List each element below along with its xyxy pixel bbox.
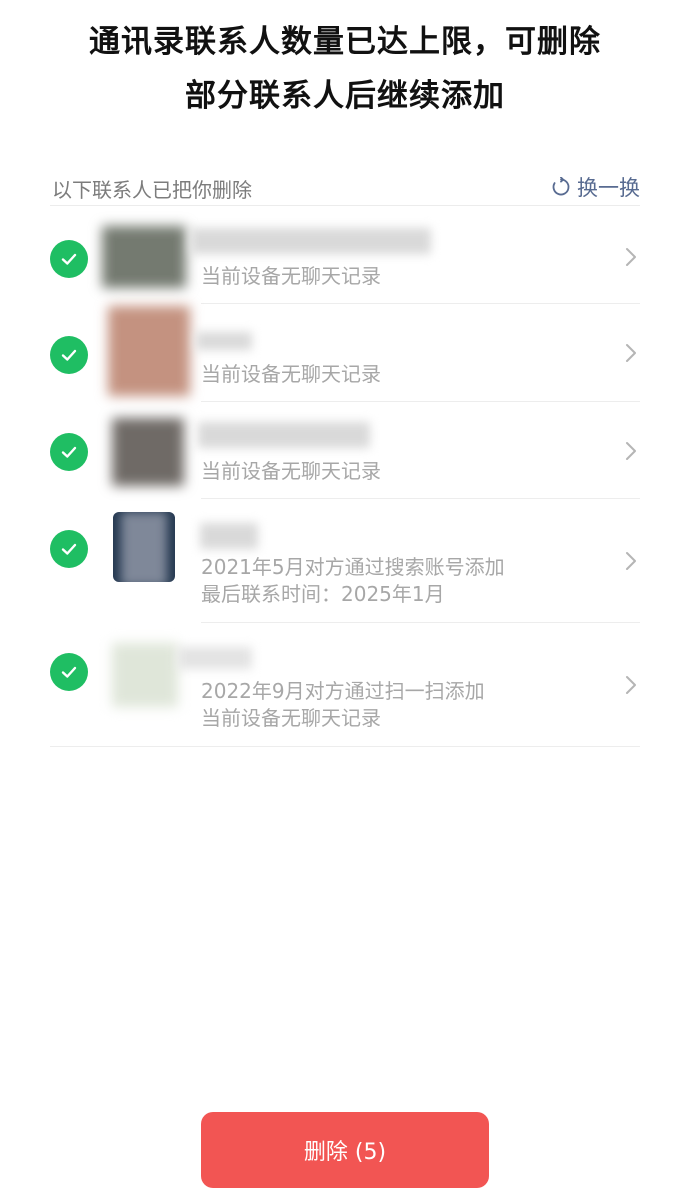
- refresh-button[interactable]: 换一换: [551, 172, 640, 202]
- delete-button[interactable]: 删除 (5): [201, 1112, 489, 1188]
- check-icon[interactable]: [50, 530, 88, 568]
- contact-row[interactable]: 当前设备无聊天记录: [50, 208, 640, 304]
- list-bottom-divider: [50, 746, 640, 747]
- contact-detail-line1: 当前设备无聊天记录: [201, 264, 381, 288]
- contact-row[interactable]: 2022年9月对方通过扫一扫添加 当前设备无聊天记录: [50, 623, 640, 746]
- contact-row[interactable]: 当前设备无聊天记录: [50, 402, 640, 499]
- contact-detail-line1: 当前设备无聊天记录: [201, 459, 381, 483]
- section-title: 以下联系人已把你删除: [52, 178, 252, 202]
- chevron-right-icon: [626, 344, 636, 362]
- contact-detail-line2: 当前设备无聊天记录: [201, 706, 381, 730]
- check-icon[interactable]: [50, 240, 88, 278]
- title-line-1: 通讯录联系人数量已达上限，可删除: [89, 24, 601, 60]
- contact-detail-line2: 最后联系时间：2025年1月: [201, 582, 445, 606]
- avatar: [102, 226, 186, 288]
- contact-name-redacted: [198, 422, 370, 448]
- contact-name-redacted: [200, 523, 258, 549]
- contact-detail-line1: 2022年9月对方通过扫一扫添加: [201, 679, 485, 703]
- refresh-icon: [552, 177, 570, 196]
- contact-name-redacted: [196, 332, 252, 350]
- avatar: [108, 306, 190, 396]
- check-icon[interactable]: [50, 653, 88, 691]
- chevron-right-icon: [626, 442, 636, 460]
- avatar: [113, 512, 175, 582]
- avatar: [112, 418, 184, 486]
- contact-row[interactable]: 当前设备无聊天记录: [50, 304, 640, 402]
- avatar: [112, 643, 178, 707]
- contact-detail-line1: 当前设备无聊天记录: [201, 362, 381, 386]
- contact-name-redacted: [178, 647, 252, 669]
- contact-detail-line1: 2021年5月对方通过搜索账号添加: [201, 555, 505, 579]
- title-line-2: 部分联系人后继续添加: [185, 78, 505, 114]
- refresh-label: 换一换: [577, 176, 640, 200]
- check-icon[interactable]: [50, 433, 88, 471]
- check-icon[interactable]: [50, 336, 88, 374]
- chevron-right-icon: [626, 552, 636, 570]
- section-header: 以下联系人已把你删除 换一换: [50, 170, 640, 206]
- chevron-right-icon: [626, 676, 636, 694]
- contact-row[interactable]: 2021年5月对方通过搜索账号添加 最后联系时间：2025年1月: [50, 499, 640, 623]
- chevron-right-icon: [626, 248, 636, 266]
- contact-name-redacted: [191, 228, 431, 254]
